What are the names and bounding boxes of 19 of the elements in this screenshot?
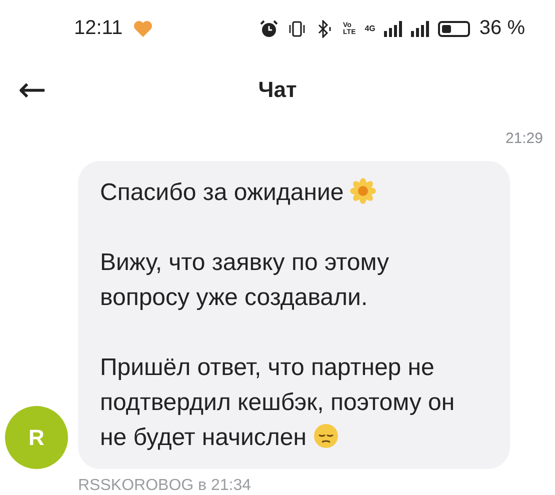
message-time: 21:29 bbox=[505, 130, 543, 147]
avatar: R bbox=[5, 406, 68, 469]
message-text: Вижу, что заявку по этому вопросу уже создавали. bbox=[100, 248, 390, 313]
signal-icon bbox=[411, 20, 430, 37]
signal-icon bbox=[384, 20, 402, 37]
back-button[interactable]: ← bbox=[12, 72, 52, 107]
alarm-icon bbox=[260, 20, 278, 38]
pensive-face-icon bbox=[312, 423, 338, 449]
message-text: Пришёл ответ, что партнер не подтвердил кешбэк, поэтому он не будет начислен bbox=[100, 353, 456, 453]
battery-percent: 36 % bbox=[479, 17, 525, 40]
network-label: 4G bbox=[364, 24, 376, 34]
flower-icon bbox=[350, 178, 376, 204]
heart-icon bbox=[132, 20, 153, 38]
vibrate-icon bbox=[287, 20, 308, 37]
message-text: Спасибо за ожидание bbox=[100, 175, 468, 210]
battery-icon bbox=[438, 20, 470, 37]
sender-time: RSSKOROBOG в 21:34 bbox=[78, 477, 252, 495]
status-time: 12:11 bbox=[74, 17, 123, 40]
chat-title: Чат bbox=[258, 76, 297, 103]
